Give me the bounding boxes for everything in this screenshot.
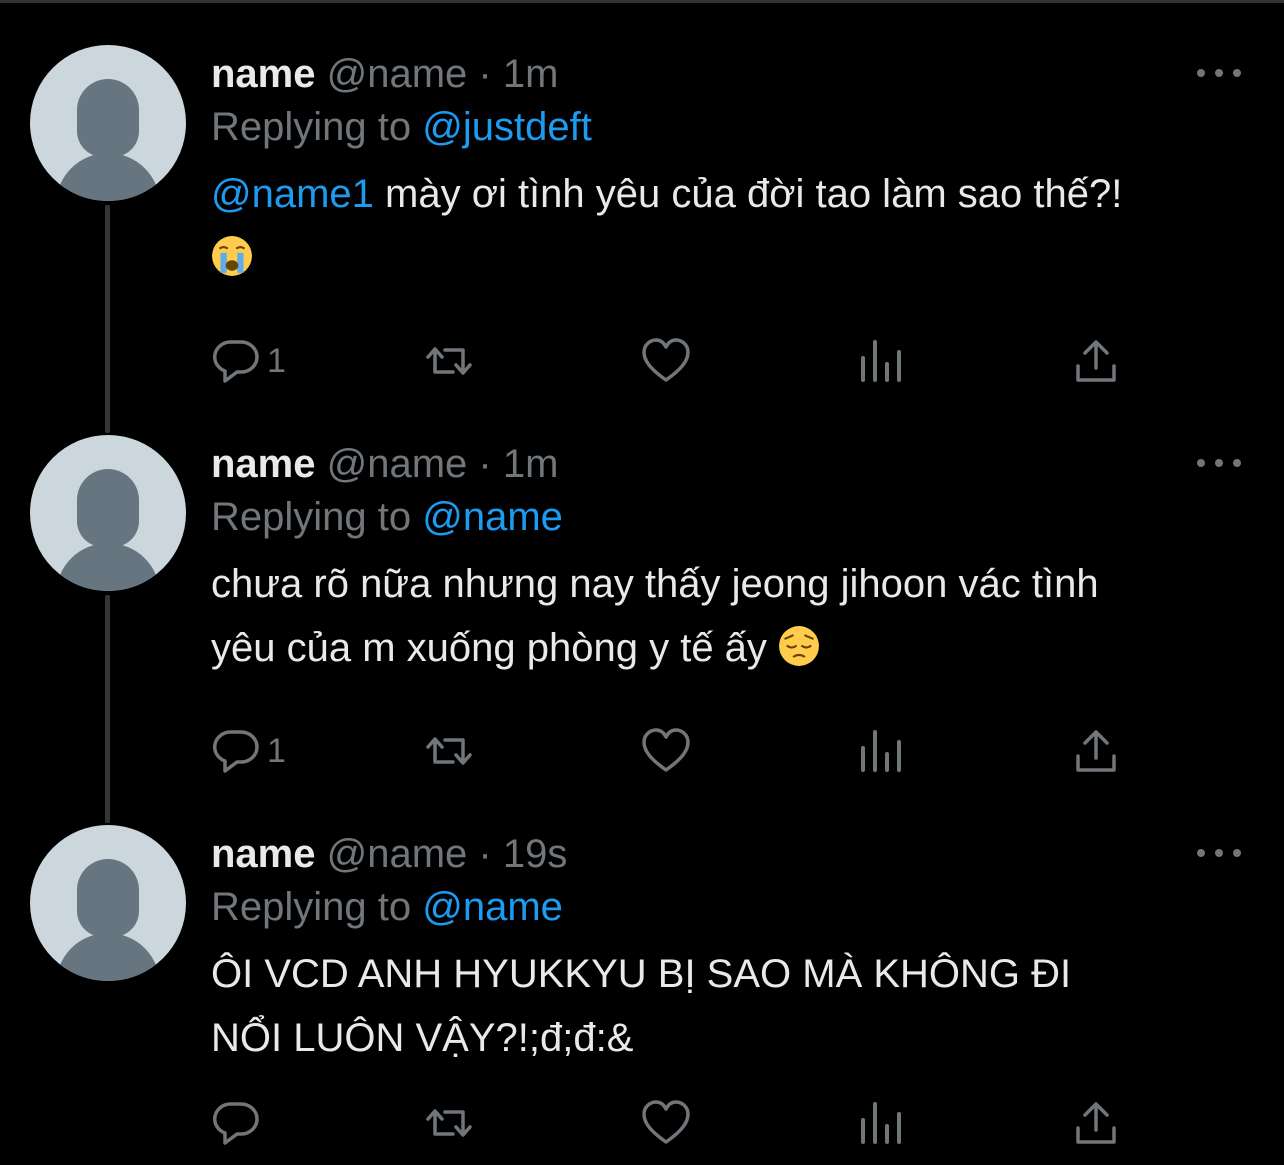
views-button[interactable] (856, 1098, 906, 1148)
display-name[interactable]: name (211, 442, 316, 486)
separator-dot: · (478, 442, 492, 486)
avatar[interactable] (30, 825, 186, 981)
tweet[interactable]: name @name · 1m Replying to @name chưa r… (0, 390, 1284, 780)
tweet-actions (211, 1098, 1131, 1148)
separator-dot: · (478, 832, 492, 876)
retweet-button[interactable] (424, 1098, 474, 1148)
reply-icon (212, 730, 259, 773)
tweet-content: name @name · 1m Replying to @name chưa r… (211, 438, 1251, 680)
share-button[interactable] (1071, 1098, 1121, 1148)
avatar[interactable] (30, 435, 186, 591)
separator-dot: · (478, 52, 492, 96)
timestamp[interactable]: 1m (503, 52, 559, 96)
replying-prefix: Replying to (211, 885, 412, 929)
mention-link[interactable]: @name1 (211, 172, 374, 216)
avatar-head-shape (77, 859, 139, 937)
replying-to: Replying to @name (211, 880, 1251, 934)
tweet-content: name @name · 1m Replying to @justdeft @n… (211, 48, 1251, 290)
like-button[interactable] (641, 726, 691, 776)
more-icon[interactable] (1194, 456, 1244, 470)
reply-button[interactable] (211, 1098, 267, 1148)
tweet[interactable]: name @name · 1m Replying to @justdeft @n… (0, 0, 1284, 390)
more-icon[interactable] (1194, 66, 1244, 80)
retweet-icon (426, 347, 472, 375)
avatar-head-shape (77, 79, 139, 157)
reply-button[interactable]: 1 (211, 336, 286, 386)
tweet-header: name @name · 19s (211, 828, 1251, 880)
retweet-icon (426, 737, 472, 765)
views-button[interactable] (856, 336, 906, 386)
replying-to-link[interactable]: @name (422, 495, 563, 539)
avatar-body-shape (56, 933, 160, 981)
replying-to: Replying to @justdeft (211, 100, 1251, 154)
tweet-header: name @name · 1m (211, 48, 1251, 100)
reply-icon (212, 340, 259, 383)
like-icon (642, 1100, 690, 1144)
avatar[interactable] (30, 45, 186, 201)
timestamp[interactable]: 1m (503, 442, 559, 486)
tweet-text: chưa rõ nữa nhưng nay thấy jeong jihoon … (211, 552, 1251, 680)
tweet-thread: name @name · 1m Replying to @justdeft @n… (0, 0, 1284, 1165)
user-handle[interactable]: @name (327, 442, 468, 486)
like-icon (642, 338, 690, 382)
replying-to-link[interactable]: @name (422, 885, 563, 929)
display-name[interactable]: name (211, 52, 316, 96)
user-handle[interactable]: @name (327, 52, 468, 96)
share-button[interactable] (1071, 336, 1121, 386)
tweet-text-line: yêu của m xuống phòng y tế ấy (211, 616, 1251, 680)
user-handle[interactable]: @name (327, 832, 468, 876)
reply-button[interactable]: 1 (211, 726, 286, 776)
tweet-content: name @name · 19s Replying to @name ÔI VC… (211, 828, 1251, 1070)
tweet-text-line (211, 226, 1251, 290)
like-button[interactable] (641, 1098, 691, 1148)
tweet-text-line: @name1 mày ơi tình yêu của đời tao làm s… (211, 162, 1251, 226)
tweet-text-body: mày ơi tình yêu của đời tao làm sao thế?… (373, 172, 1123, 216)
share-icon (1076, 1102, 1116, 1144)
like-button[interactable] (641, 336, 691, 386)
tweet-text-line: NỔI LUÔN VẬY?!;đ;đ:& (211, 1016, 634, 1060)
reply-count: 1 (267, 341, 286, 380)
avatar-head-shape (77, 469, 139, 547)
replying-to: Replying to @name (211, 490, 1251, 544)
views-icon (861, 1102, 901, 1144)
tweet[interactable]: name @name · 19s Replying to @name ÔI VC… (0, 780, 1284, 1165)
tweet-text: @name1 mày ơi tình yêu của đời tao làm s… (211, 162, 1251, 290)
retweet-button[interactable] (424, 726, 474, 776)
crying-face-emoji (212, 236, 252, 276)
views-icon (861, 730, 901, 772)
tweet-text-line: ÔI VCD ANH HYUKKYU BỊ SAO MÀ KHÔNG ĐI (211, 952, 1072, 996)
views-icon (861, 340, 901, 382)
reply-icon (212, 1102, 259, 1145)
tweet-actions: 1 (211, 726, 1131, 776)
tweet-text-body: yêu của m xuống phòng y tế ấy (211, 626, 779, 670)
share-button[interactable] (1071, 726, 1121, 776)
tweet-actions: 1 (211, 336, 1131, 386)
retweet-button[interactable] (424, 336, 474, 386)
tweet-text-line: chưa rõ nữa nhưng nay thấy jeong jihoon … (211, 562, 1099, 606)
tweet-text: ÔI VCD ANH HYUKKYU BỊ SAO MÀ KHÔNG ĐI NỔ… (211, 942, 1251, 1070)
replying-prefix: Replying to (211, 105, 412, 149)
replying-prefix: Replying to (211, 495, 412, 539)
retweet-icon (426, 1109, 472, 1137)
share-icon (1076, 730, 1116, 772)
like-icon (642, 728, 690, 772)
tweet-header: name @name · 1m (211, 438, 1251, 490)
timestamp[interactable]: 19s (503, 832, 568, 876)
display-name[interactable]: name (211, 832, 316, 876)
views-button[interactable] (856, 726, 906, 776)
avatar-body-shape (56, 153, 160, 201)
avatar-body-shape (56, 543, 160, 591)
pensive-face-emoji (779, 626, 819, 666)
more-icon[interactable] (1194, 846, 1244, 860)
reply-count: 1 (267, 731, 286, 770)
replying-to-link[interactable]: @justdeft (422, 105, 592, 149)
share-icon (1076, 340, 1116, 382)
